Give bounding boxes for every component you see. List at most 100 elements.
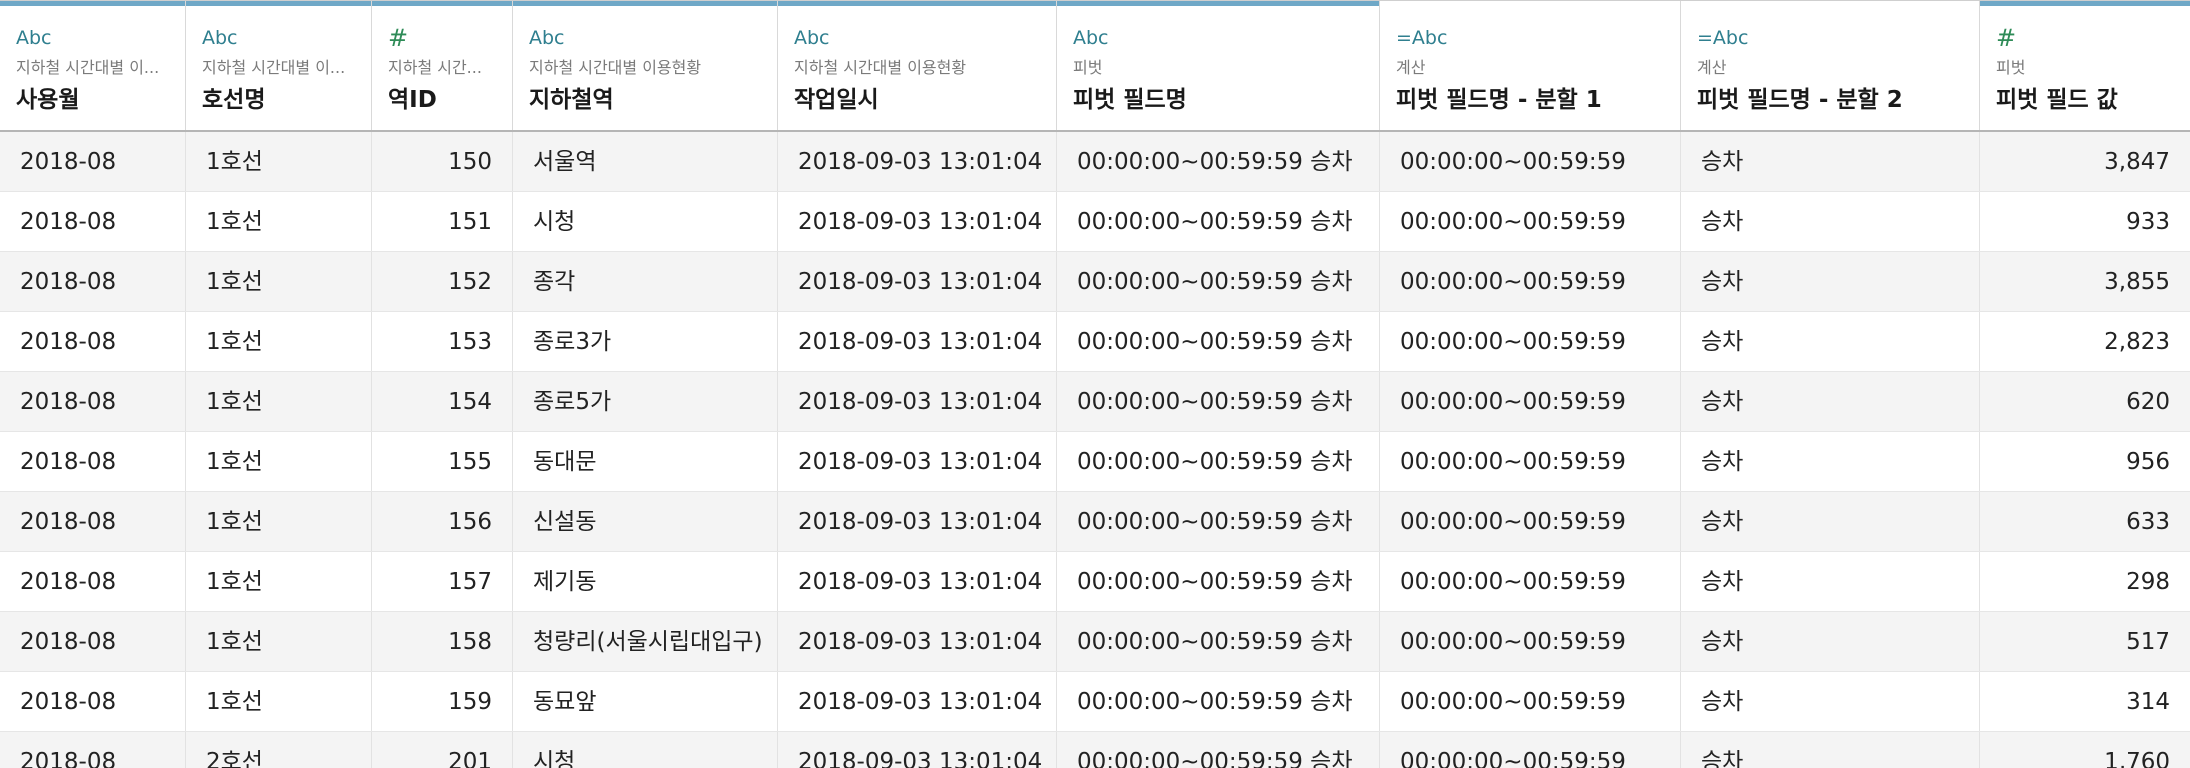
table-cell[interactable]: 1호선 xyxy=(186,432,372,491)
table-cell[interactable]: 시청 xyxy=(513,192,778,251)
table-cell[interactable]: 2018-08 xyxy=(0,312,186,371)
table-cell[interactable]: 00:00:00~00:59:59 승차 xyxy=(1057,252,1380,311)
table-cell[interactable]: 2018-08 xyxy=(0,192,186,251)
table-cell[interactable]: 2018-09-03 13:01:04 xyxy=(778,432,1057,491)
table-cell[interactable]: 00:00:00~00:59:59 승차 xyxy=(1057,192,1380,251)
table-row[interactable]: 2018-08 2호선 201 시청 2018-09-03 13:01:04 00:00:… xyxy=(0,732,2190,768)
table-cell[interactable]: 159 xyxy=(372,672,513,731)
table-cell[interactable]: 156 xyxy=(372,492,513,551)
table-cell[interactable]: 00:00:00~00:59:59 승차 xyxy=(1057,312,1380,371)
table-cell[interactable]: 00:00:00~00:59:59 xyxy=(1380,132,1681,191)
table-cell[interactable]: 00:00:00~00:59:59 승차 xyxy=(1057,612,1380,671)
table-cell[interactable]: 서울역 xyxy=(513,132,778,191)
table-cell[interactable]: 155 xyxy=(372,432,513,491)
table-cell[interactable]: 동묘앞 xyxy=(513,672,778,731)
table-cell[interactable]: 1호선 xyxy=(186,192,372,251)
string-type-icon[interactable]: Abc xyxy=(202,27,238,49)
table-cell[interactable]: 00:00:00~00:59:59 승차 xyxy=(1057,372,1380,431)
table-cell[interactable]: 00:00:00~00:59:59 xyxy=(1380,612,1681,671)
table-cell[interactable]: 승차 xyxy=(1681,372,1980,431)
calculated-string-type-icon[interactable]: =Abc xyxy=(1396,27,1447,49)
column-header-line-name[interactable]: Abc 지하철 시간대별 이... 호선명 xyxy=(186,1,372,130)
table-cell[interactable]: 승차 xyxy=(1681,552,1980,611)
table-cell[interactable]: 620 xyxy=(1980,372,2190,431)
table-cell[interactable]: 2018-08 xyxy=(0,252,186,311)
table-cell[interactable]: 1호선 xyxy=(186,612,372,671)
string-type-icon[interactable]: Abc xyxy=(16,27,52,49)
table-cell[interactable]: 2018-08 xyxy=(0,372,186,431)
table-cell[interactable]: 2018-09-03 13:01:04 xyxy=(778,612,1057,671)
table-cell[interactable]: 승차 xyxy=(1681,432,1980,491)
table-cell[interactable]: 150 xyxy=(372,132,513,191)
table-cell[interactable]: 201 xyxy=(372,732,513,768)
table-cell[interactable]: 1호선 xyxy=(186,252,372,311)
table-cell[interactable]: 933 xyxy=(1980,192,2190,251)
table-cell[interactable]: 00:00:00~00:59:59 승차 xyxy=(1057,432,1380,491)
calculated-string-type-icon[interactable]: =Abc xyxy=(1697,27,1748,49)
table-cell[interactable]: 2018-08 xyxy=(0,132,186,191)
table-cell[interactable]: 승차 xyxy=(1681,732,1980,768)
table-cell[interactable]: 1,760 xyxy=(1980,732,2190,768)
column-header-work-datetime[interactable]: Abc 지하철 시간대별 이용현황 작업일시 xyxy=(778,1,1057,130)
table-cell[interactable]: 1호선 xyxy=(186,132,372,191)
table-row[interactable]: 2018-08 1호선 151 시청 2018-09-03 13:01:04 00:00:… xyxy=(0,192,2190,252)
table-cell[interactable]: 시청 xyxy=(513,732,778,768)
table-cell[interactable]: 00:00:00~00:59:59 xyxy=(1380,252,1681,311)
table-cell[interactable]: 2018-08 xyxy=(0,612,186,671)
table-cell[interactable]: 00:00:00~00:59:59 승차 xyxy=(1057,732,1380,768)
table-row[interactable]: 2018-08 1호선 158 청량리(서울시립대입구) 2018-09-03 13:0… xyxy=(0,612,2190,672)
table-cell[interactable]: 승차 xyxy=(1681,132,1980,191)
table-cell[interactable]: 2018-09-03 13:01:04 xyxy=(778,492,1057,551)
table-cell[interactable]: 1호선 xyxy=(186,552,372,611)
table-cell[interactable]: 154 xyxy=(372,372,513,431)
table-cell[interactable]: 2018-09-03 13:01:04 xyxy=(778,252,1057,311)
table-cell[interactable]: 00:00:00~00:59:59 승차 xyxy=(1057,552,1380,611)
table-cell[interactable]: 청량리(서울시립대입구) xyxy=(513,612,778,671)
column-header-usage-month[interactable]: Abc 지하철 시간대별 이... 사용월 xyxy=(0,1,186,130)
table-cell[interactable]: 00:00:00~00:59:59 승차 xyxy=(1057,672,1380,731)
table-cell[interactable]: 승차 xyxy=(1681,672,1980,731)
table-row[interactable]: 2018-08 1호선 156 신설동 2018-09-03 13:01:04 00:00… xyxy=(0,492,2190,552)
table-cell[interactable]: 00:00:00~00:59:59 xyxy=(1380,432,1681,491)
table-cell[interactable]: 승차 xyxy=(1681,612,1980,671)
table-cell[interactable]: 1호선 xyxy=(186,672,372,731)
table-cell[interactable]: 제기동 xyxy=(513,552,778,611)
table-cell[interactable]: 153 xyxy=(372,312,513,371)
table-cell[interactable]: 2018-08 xyxy=(0,492,186,551)
table-cell[interactable]: 승차 xyxy=(1681,312,1980,371)
string-type-icon[interactable]: Abc xyxy=(1073,27,1109,49)
table-cell[interactable]: 2018-09-03 13:01:04 xyxy=(778,192,1057,251)
table-cell[interactable]: 158 xyxy=(372,612,513,671)
table-cell[interactable]: 2018-09-03 13:01:04 xyxy=(778,132,1057,191)
table-cell[interactable]: 157 xyxy=(372,552,513,611)
table-cell[interactable]: 승차 xyxy=(1681,192,1980,251)
table-cell[interactable]: 종로5가 xyxy=(513,372,778,431)
table-cell[interactable]: 2018-08 xyxy=(0,672,186,731)
table-cell[interactable]: 3,847 xyxy=(1980,132,2190,191)
table-cell[interactable]: 승차 xyxy=(1681,252,1980,311)
table-cell[interactable]: 2018-09-03 13:01:04 xyxy=(778,672,1057,731)
table-cell[interactable]: 314 xyxy=(1980,672,2190,731)
column-header-station-id[interactable]: # 지하철 시간... 역ID xyxy=(372,1,513,130)
table-row[interactable]: 2018-08 1호선 155 동대문 2018-09-03 13:01:04 00:00… xyxy=(0,432,2190,492)
table-cell[interactable]: 신설동 xyxy=(513,492,778,551)
table-cell[interactable]: 152 xyxy=(372,252,513,311)
table-cell[interactable]: 00:00:00~00:59:59 xyxy=(1380,552,1681,611)
column-header-pivot-field-value[interactable]: # 피벗 피벗 필드 값 xyxy=(1980,1,2190,130)
table-cell[interactable]: 2018-09-03 13:01:04 xyxy=(778,552,1057,611)
table-cell[interactable]: 2018-08 xyxy=(0,732,186,768)
table-cell[interactable]: 2018-09-03 13:01:04 xyxy=(778,732,1057,768)
table-cell[interactable]: 00:00:00~00:59:59 승차 xyxy=(1057,132,1380,191)
column-header-split-2[interactable]: =Abc 계산 피벗 필드명 - 분할 2 xyxy=(1681,1,1980,130)
table-row[interactable]: 2018-08 1호선 157 제기동 2018-09-03 13:01:04 00:00… xyxy=(0,552,2190,612)
number-type-icon[interactable]: # xyxy=(388,26,408,50)
table-cell[interactable]: 동대문 xyxy=(513,432,778,491)
table-cell[interactable]: 00:00:00~00:59:59 xyxy=(1380,672,1681,731)
table-row[interactable]: 2018-08 1호선 154 종로5가 2018-09-03 13:01:04 00:0… xyxy=(0,372,2190,432)
table-row[interactable]: 2018-08 1호선 159 동묘앞 2018-09-03 13:01:04 00:00… xyxy=(0,672,2190,732)
table-cell[interactable]: 1호선 xyxy=(186,312,372,371)
table-cell[interactable]: 00:00:00~00:59:59 xyxy=(1380,192,1681,251)
table-cell[interactable]: 2018-08 xyxy=(0,552,186,611)
table-cell[interactable]: 151 xyxy=(372,192,513,251)
table-cell[interactable]: 종각 xyxy=(513,252,778,311)
